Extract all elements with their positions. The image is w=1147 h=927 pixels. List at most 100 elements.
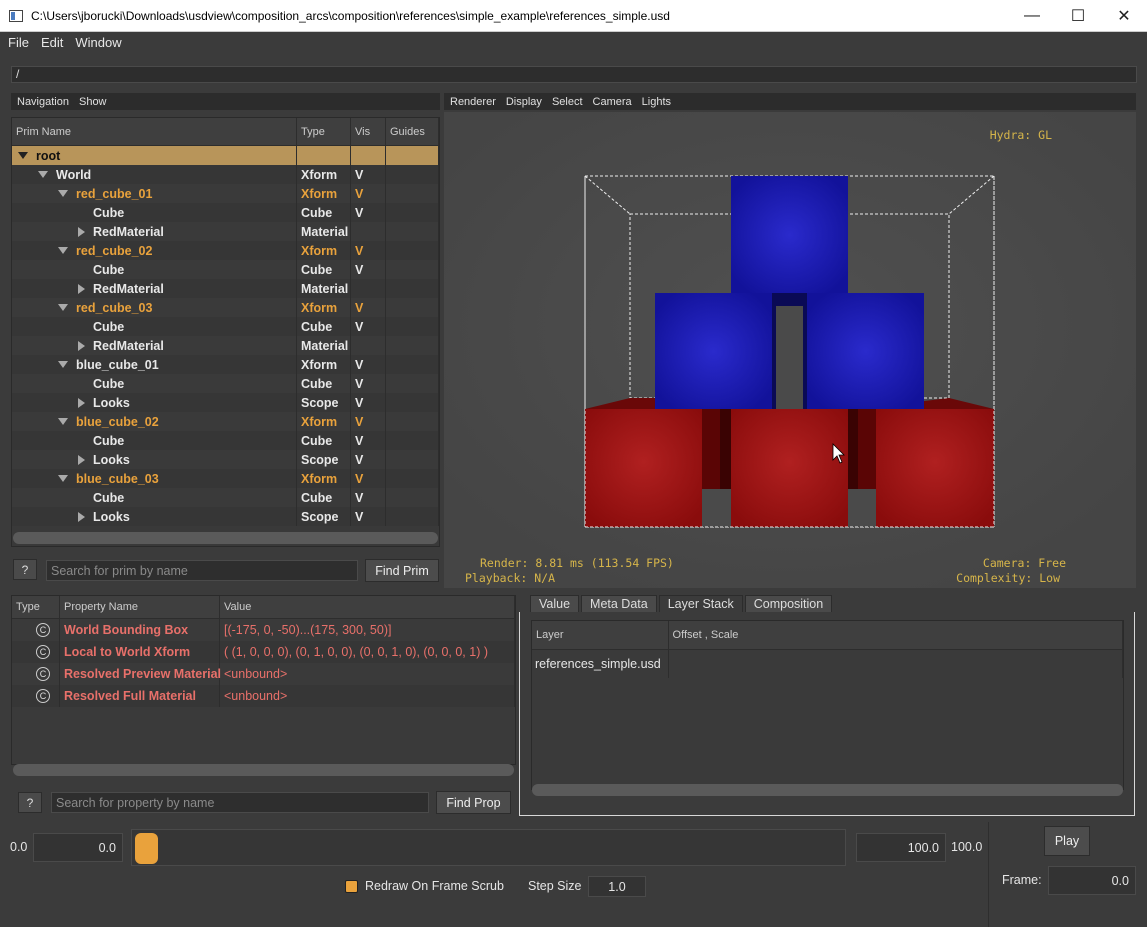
expand-right-icon[interactable] — [78, 397, 85, 408]
prim-vis[interactable]: V — [351, 469, 386, 488]
expand-down-icon[interactable] — [58, 247, 68, 254]
prim-row[interactable]: Cube Cube V — [12, 374, 439, 393]
close-button[interactable]: ✕ — [1101, 0, 1147, 32]
prim-search-input[interactable]: Search for prim by name — [46, 560, 358, 581]
step-size-input[interactable]: 1.0 — [588, 876, 646, 897]
expand-down-icon[interactable] — [38, 171, 48, 178]
property-row[interactable]: C Local to World Xform( (1, 0, 0, 0), (0,… — [12, 641, 515, 663]
tab-layer-stack[interactable]: Layer Stack — [658, 595, 743, 613]
col-guides[interactable]: Guides — [386, 118, 439, 145]
prim-vis[interactable]: V — [351, 393, 386, 412]
prim-row[interactable]: Cube Cube V — [12, 203, 439, 222]
property-table[interactable]: Type Property Name Value C World Bounding… — [11, 595, 516, 765]
menu-file[interactable]: File — [4, 35, 33, 50]
prim-row[interactable]: blue_cube_01 Xform V — [12, 355, 439, 374]
layer-row[interactable]: references_simple.usd — [532, 650, 1123, 678]
col-property-name[interactable]: Property Name — [60, 596, 220, 618]
menu-renderer[interactable]: Renderer — [450, 96, 496, 108]
prim-vis[interactable]: V — [351, 184, 386, 203]
prim-vis[interactable]: V — [351, 450, 386, 469]
prim-vis[interactable]: V — [351, 374, 386, 393]
col-offset-scale[interactable]: Offset , Scale — [669, 621, 1123, 649]
expand-down-icon[interactable] — [58, 361, 68, 368]
menu-select[interactable]: Select — [552, 96, 583, 108]
tab-meta-data[interactable]: Meta Data — [581, 595, 657, 613]
prim-row[interactable]: red_cube_01 Xform V — [12, 184, 439, 203]
prim-row[interactable]: Looks Scope V — [12, 450, 439, 469]
layer-scrollbar[interactable] — [532, 784, 1123, 796]
menu-window[interactable]: Window — [71, 35, 125, 50]
prim-row[interactable]: red_cube_02 Xform V — [12, 241, 439, 260]
prim-vis[interactable] — [351, 336, 386, 355]
prim-row[interactable]: RedMaterial Material — [12, 222, 439, 241]
frame-slider[interactable] — [131, 829, 846, 866]
menu-camera[interactable]: Camera — [593, 96, 632, 108]
menu-display[interactable]: Display — [506, 96, 542, 108]
layer-table[interactable]: Layer Offset , Scale references_simple.u… — [531, 620, 1124, 790]
find-prim-button[interactable]: Find Prim — [365, 559, 439, 582]
expand-down-icon[interactable] — [58, 190, 68, 197]
minimize-button[interactable]: — — [1009, 0, 1055, 32]
col-vis[interactable]: Vis — [351, 118, 386, 145]
menu-navigation[interactable]: Navigation — [17, 96, 69, 108]
prim-row[interactable]: RedMaterial Material — [12, 336, 439, 355]
prim-vis[interactable]: V — [351, 488, 386, 507]
end-frame-input[interactable]: 100.0 — [856, 833, 946, 862]
tab-value[interactable]: Value — [530, 595, 580, 613]
prim-row[interactable]: Looks Scope V — [12, 393, 439, 412]
prim-path-field[interactable]: / — [11, 66, 1137, 83]
start-frame-input[interactable]: 0.0 — [33, 833, 123, 862]
maximize-button[interactable]: ☐ — [1055, 0, 1101, 32]
prim-vis[interactable]: V — [351, 317, 386, 336]
col-type[interactable]: Type — [297, 118, 351, 145]
prim-row[interactable]: blue_cube_03 Xform V — [12, 469, 439, 488]
menu-edit[interactable]: Edit — [37, 35, 67, 50]
property-row[interactable]: C World Bounding Box [(-175, 0, -50)...(17… — [12, 619, 515, 641]
prim-vis[interactable]: V — [351, 165, 386, 184]
prim-row[interactable]: Cube Cube V — [12, 431, 439, 450]
menu-show[interactable]: Show — [79, 96, 107, 108]
tab-composition[interactable]: Composition — [744, 595, 833, 613]
property-search-input[interactable]: Search for property by name — [51, 792, 429, 813]
prim-row[interactable]: World Xform V — [12, 165, 439, 184]
prim-help-button[interactable]: ? — [13, 559, 37, 580]
property-row[interactable]: C Resolved Preview Material <unbound> — [12, 663, 515, 685]
prim-row[interactable]: Looks Scope V — [12, 507, 439, 526]
prim-row[interactable]: root — [12, 146, 439, 165]
frame-input[interactable]: 0.0 — [1048, 866, 1136, 895]
property-scrollbar[interactable] — [13, 764, 514, 776]
expand-down-icon[interactable] — [58, 418, 68, 425]
property-row[interactable]: C Resolved Full Material <unbound> — [12, 685, 515, 707]
col-prim-name[interactable]: Prim Name — [12, 118, 297, 145]
prim-row[interactable]: Cube Cube V — [12, 488, 439, 507]
prim-vis[interactable] — [351, 146, 386, 165]
prim-row[interactable]: RedMaterial Material — [12, 279, 439, 298]
col-type[interactable]: Type — [12, 596, 60, 618]
prim-vis[interactable]: V — [351, 203, 386, 222]
prim-tree[interactable]: Prim Name Type Vis Guides root World Xform… — [11, 117, 440, 547]
expand-right-icon[interactable] — [78, 454, 85, 465]
expand-right-icon[interactable] — [78, 226, 85, 237]
prim-row[interactable]: blue_cube_02 Xform V — [12, 412, 439, 431]
prim-row[interactable]: Cube Cube V — [12, 260, 439, 279]
expand-down-icon[interactable] — [58, 475, 68, 482]
prim-row[interactable]: red_cube_03 Xform V — [12, 298, 439, 317]
prop-help-button[interactable]: ? — [18, 792, 42, 813]
col-layer[interactable]: Layer — [532, 621, 669, 649]
find-prop-button[interactable]: Find Prop — [436, 791, 511, 814]
prim-vis[interactable]: V — [351, 241, 386, 260]
menu-lights[interactable]: Lights — [642, 96, 671, 108]
prim-vis[interactable]: V — [351, 260, 386, 279]
prim-vis[interactable] — [351, 222, 386, 241]
play-button[interactable]: Play — [1044, 826, 1090, 856]
expand-down-icon[interactable] — [18, 152, 28, 159]
frame-slider-handle[interactable] — [135, 833, 158, 864]
prim-vis[interactable]: V — [351, 298, 386, 317]
expand-right-icon[interactable] — [78, 283, 85, 294]
expand-right-icon[interactable] — [78, 511, 85, 522]
prim-vis[interactable]: V — [351, 431, 386, 450]
prim-vis[interactable] — [351, 279, 386, 298]
col-value[interactable]: Value — [220, 596, 515, 618]
3d-viewport[interactable]: Hydra: GL Render: 8.81 ms (113.54 FPS) P… — [444, 112, 1136, 588]
expand-right-icon[interactable] — [78, 340, 85, 351]
